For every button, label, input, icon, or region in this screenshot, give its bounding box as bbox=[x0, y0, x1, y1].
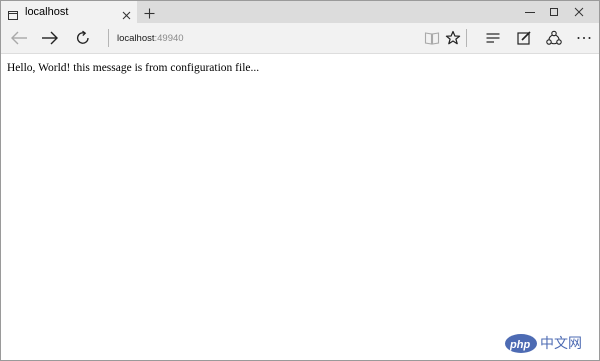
php-logo-oval: php bbox=[505, 334, 537, 353]
more-button[interactable] bbox=[573, 28, 595, 48]
refresh-icon bbox=[76, 30, 89, 44]
address-host: localhost bbox=[117, 33, 155, 44]
back-arrow-icon bbox=[11, 31, 27, 45]
tab-close-icon[interactable] bbox=[122, 7, 131, 20]
web-note-button[interactable] bbox=[513, 28, 535, 48]
watermark-logo: php 中文网 bbox=[505, 332, 597, 356]
forward-button[interactable] bbox=[39, 28, 61, 48]
tab-localhost[interactable]: localhost bbox=[1, 1, 137, 23]
new-tab-icon[interactable] bbox=[144, 6, 155, 19]
book-icon bbox=[424, 32, 440, 45]
hub-button[interactable] bbox=[482, 28, 504, 48]
page-icon bbox=[8, 7, 18, 20]
close-icon bbox=[574, 7, 584, 17]
address-bar[interactable]: localhost:49940 bbox=[117, 32, 407, 45]
page-message: Hello, World! this message is from confi… bbox=[7, 62, 260, 74]
navigation-bar: localhost:49940 bbox=[1, 23, 599, 54]
address-separator bbox=[108, 29, 109, 47]
php-logo-text: php bbox=[510, 339, 531, 351]
more-icon bbox=[577, 37, 591, 39]
share-icon bbox=[546, 30, 562, 45]
close-window-button[interactable] bbox=[556, 1, 599, 23]
share-button[interactable] bbox=[543, 28, 565, 48]
back-button[interactable] bbox=[8, 28, 30, 48]
browser-window: localhost localhost:49940 Hello, World! … bbox=[0, 0, 600, 361]
hub-icon bbox=[486, 33, 500, 43]
title-bar: localhost bbox=[1, 1, 599, 23]
refresh-button[interactable] bbox=[72, 28, 94, 48]
watermark-text: 中文网 bbox=[540, 335, 582, 351]
pen-note-icon bbox=[517, 31, 531, 45]
address-port: :49940 bbox=[154, 33, 184, 44]
page-content: Hello, World! this message is from confi… bbox=[1, 54, 599, 360]
toolbar-separator bbox=[466, 29, 467, 47]
favorite-button[interactable] bbox=[442, 28, 464, 48]
reading-view-button[interactable] bbox=[421, 28, 443, 48]
star-icon bbox=[445, 30, 461, 45]
tab-title: localhost bbox=[25, 6, 69, 18]
forward-arrow-icon bbox=[42, 31, 58, 45]
